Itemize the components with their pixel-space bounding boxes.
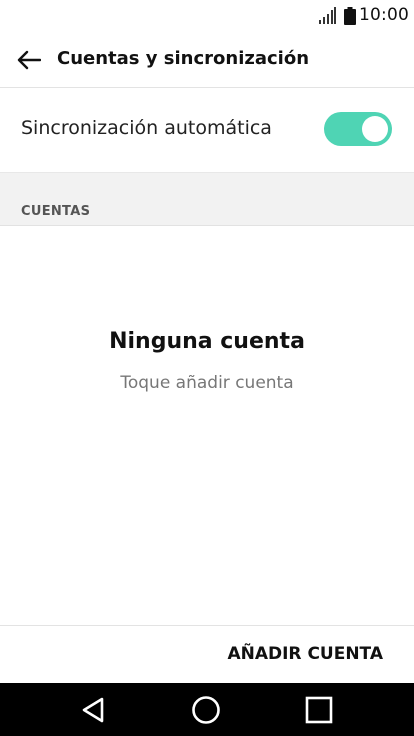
accounts-section-header: CUENTAS bbox=[0, 172, 414, 226]
recents-square-icon[interactable] bbox=[303, 694, 335, 726]
back-button[interactable] bbox=[12, 45, 46, 75]
auto-sync-label: Sincronización automática bbox=[21, 117, 272, 139]
navigation-bar bbox=[0, 683, 414, 736]
back-triangle-icon[interactable] bbox=[78, 694, 110, 726]
bottom-action-bar: AÑADIR CUENTA bbox=[0, 625, 414, 683]
signal-icon bbox=[319, 7, 336, 24]
empty-state-hint: Toque añadir cuenta bbox=[120, 373, 294, 393]
arrow-left-icon bbox=[17, 50, 41, 70]
status-clock: 10:00 bbox=[359, 5, 409, 25]
section-title: CUENTAS bbox=[21, 204, 91, 219]
toggle-knob bbox=[362, 116, 388, 142]
page-title: Cuentas y sincronización bbox=[57, 48, 310, 69]
status-bar: 10:00 bbox=[0, 0, 414, 34]
app-bar: Cuentas y sincronización bbox=[0, 34, 414, 88]
auto-sync-toggle[interactable] bbox=[324, 112, 392, 146]
add-account-button[interactable]: AÑADIR CUENTA bbox=[227, 644, 383, 664]
home-circle-icon[interactable] bbox=[190, 694, 222, 726]
battery-icon bbox=[344, 7, 356, 25]
empty-state-title: Ninguna cuenta bbox=[109, 329, 305, 354]
